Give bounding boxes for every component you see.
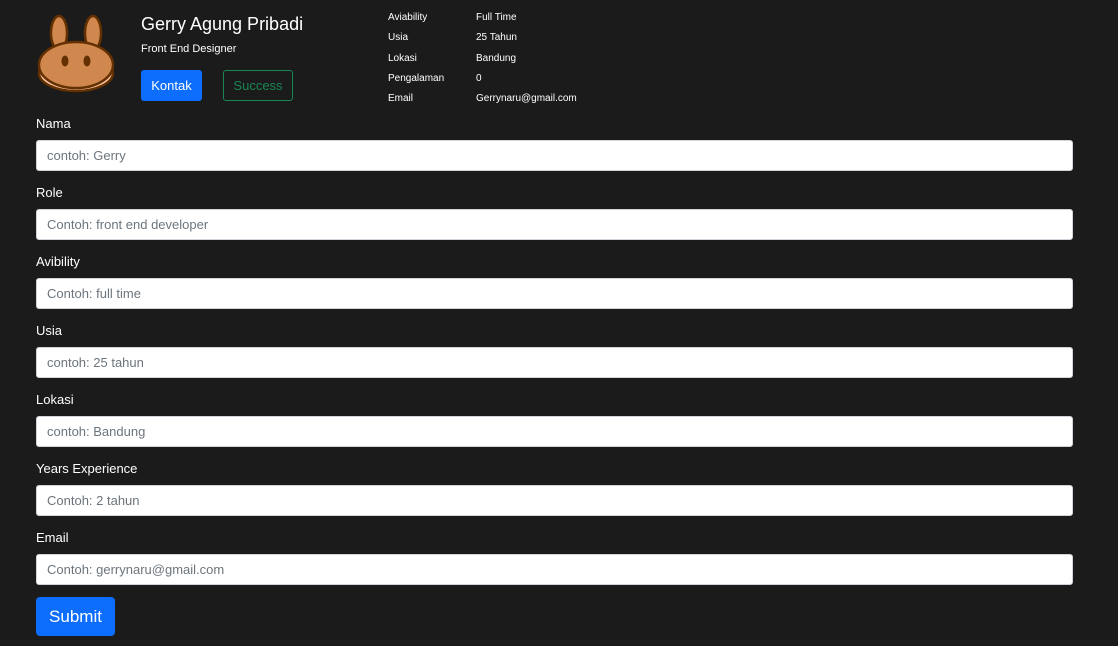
field-nama: Nama bbox=[36, 116, 1073, 185]
info-row-age: Usia 25 Tahun bbox=[388, 31, 577, 51]
info-row-email: Email Gerrynaru@gmail.com bbox=[388, 92, 577, 112]
lokasi-input[interactable] bbox=[36, 416, 1073, 447]
field-email: Email bbox=[36, 530, 1073, 599]
info-value: Bandung bbox=[476, 52, 517, 64]
field-usia: Usia bbox=[36, 323, 1073, 392]
role-input[interactable] bbox=[36, 209, 1073, 240]
info-row-location: Lokasi Bandung bbox=[388, 52, 577, 72]
info-value: Gerrynaru@gmail.com bbox=[476, 93, 577, 105]
nama-input[interactable] bbox=[36, 140, 1073, 171]
profile-info-list: Aviability Full Time Usia 25 Tahun Lokas… bbox=[388, 11, 577, 112]
info-label: Email bbox=[388, 93, 414, 105]
field-label: Role bbox=[36, 185, 63, 200]
info-label: Usia bbox=[388, 32, 409, 44]
info-label: Lokasi bbox=[388, 52, 417, 64]
field-label: Years Experience bbox=[36, 461, 138, 476]
profile-page: Gerry Agung Pribadi Front End Designer K… bbox=[0, 0, 1118, 646]
field-years-experience: Years Experience bbox=[36, 461, 1073, 530]
info-value: Full Time bbox=[476, 12, 517, 23]
field-label: Email bbox=[36, 530, 69, 545]
kontak-button[interactable]: Kontak bbox=[141, 70, 202, 101]
profile-role: Front End Designer bbox=[141, 43, 237, 55]
field-label: Lokasi bbox=[36, 392, 74, 407]
avibility-input[interactable] bbox=[36, 278, 1073, 309]
submit-button[interactable]: Submit bbox=[36, 597, 115, 636]
email-input[interactable] bbox=[36, 554, 1073, 585]
info-value: 25 Tahun bbox=[476, 32, 517, 44]
field-label: Usia bbox=[36, 323, 63, 338]
info-label: Aviability bbox=[388, 12, 428, 23]
profile-name: Gerry Agung Pribadi bbox=[141, 14, 304, 34]
years-experience-input[interactable] bbox=[36, 485, 1073, 516]
info-row-experience: Pengalaman 0 bbox=[388, 72, 577, 92]
field-role: Role bbox=[36, 185, 1073, 254]
field-avibility: Avibility bbox=[36, 254, 1073, 323]
info-label: Pengalaman bbox=[388, 72, 445, 84]
success-button[interactable]: Success bbox=[223, 70, 293, 101]
profile-form: Nama Role Avibility Usia Lokasi Years Ex… bbox=[36, 116, 1073, 599]
info-value: 0 bbox=[476, 72, 482, 84]
info-row-availability: Aviability Full Time bbox=[388, 11, 577, 31]
field-label: Nama bbox=[36, 116, 71, 131]
usia-input[interactable] bbox=[36, 347, 1073, 378]
field-lokasi: Lokasi bbox=[36, 392, 1073, 461]
pancake-bunny-logo-icon bbox=[37, 14, 115, 93]
field-label: Avibility bbox=[36, 254, 80, 269]
